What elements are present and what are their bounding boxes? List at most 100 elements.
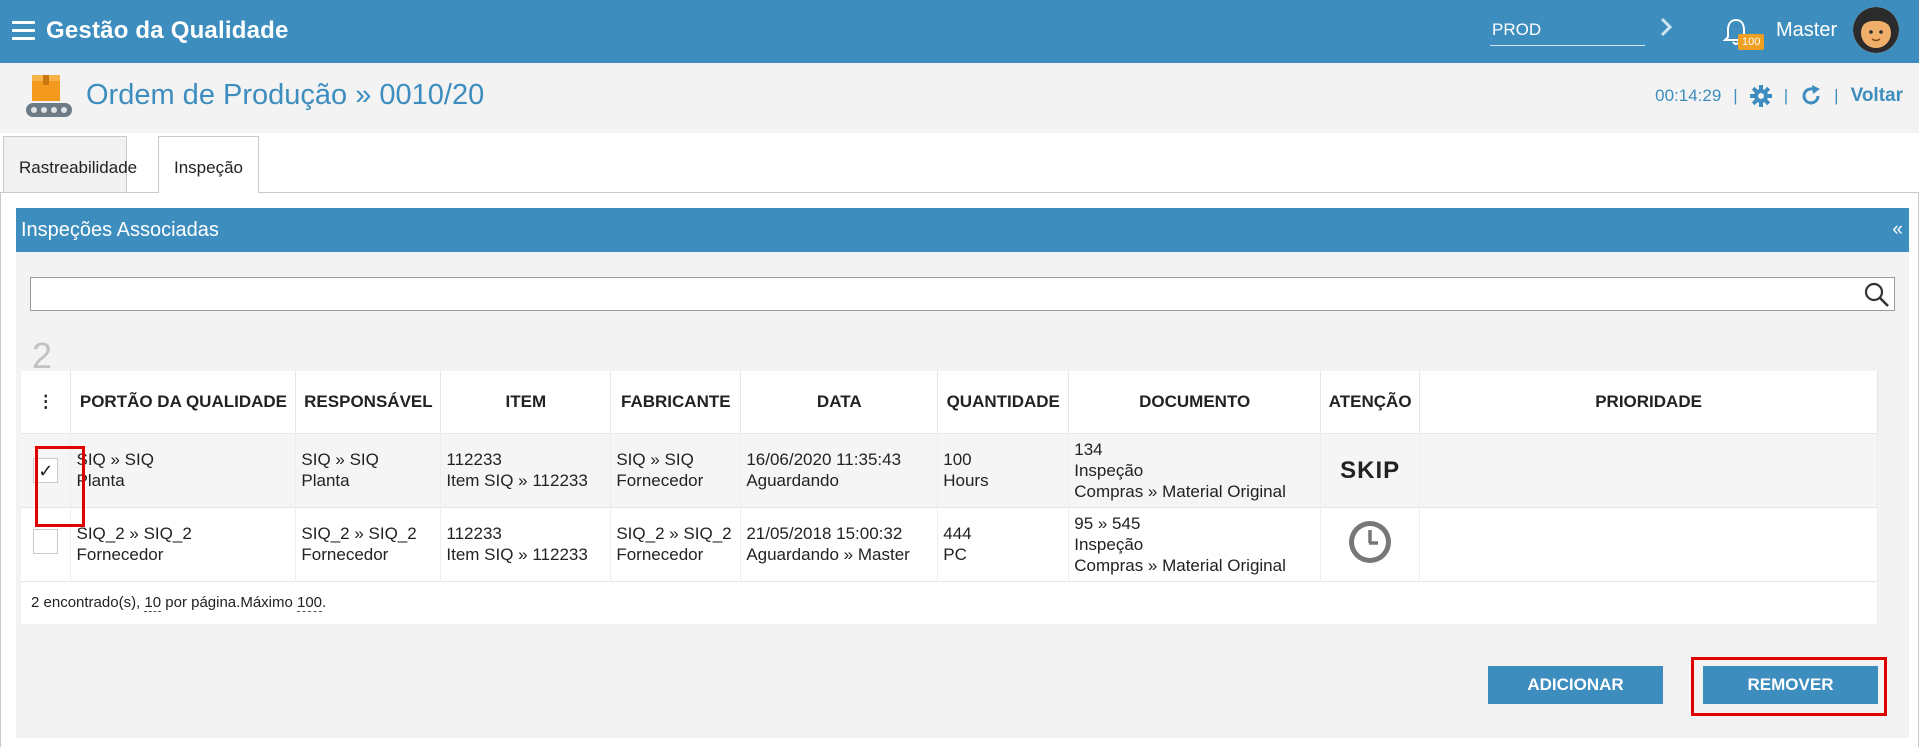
row-checkbox[interactable]: ✓ [33, 457, 59, 483]
gear-icon[interactable] [1749, 85, 1772, 107]
cell-line: 134 [1074, 439, 1103, 459]
tab-content: Inspeções Associadas « 2 ⋮ PORTÃO DA QUA… [0, 193, 1919, 747]
gate-cell: SIQ » SIQ Planta [70, 433, 297, 507]
table-row[interactable]: SIQ_2 » SIQ_2 Fornecedor SIQ_2 » SIQ_2 F… [21, 506, 1878, 581]
search-icon[interactable] [1864, 282, 1890, 308]
cell-line: 100 [943, 450, 972, 469]
add-button[interactable]: ADICIONAR [1488, 666, 1663, 704]
page-title: Ordem de Produção » 0010/20 [86, 79, 485, 111]
row-select-cell: ✓ [21, 433, 72, 507]
cell-line: Fornecedor [616, 471, 704, 490]
cell-line: Fornecedor [76, 545, 164, 564]
cell-line: 112233 [446, 524, 502, 543]
cell-line: SIQ_2 » SIQ_2 [616, 524, 732, 543]
found-count-text: 2 encontrado(s), [31, 594, 145, 612]
production-order-icon [26, 75, 72, 117]
cell-line: Item SIQ » 112233 [446, 471, 588, 490]
date-cell: 16/06/2020 11:35:43 Aguardando [740, 433, 939, 507]
manufacturer-cell: SIQ_2 » SIQ_2 Fornecedor [610, 506, 742, 581]
collapse-icon[interactable]: « [1892, 219, 1903, 241]
cell-line: Item SIQ » 112233 [446, 545, 588, 564]
cell-line: 444 [943, 524, 972, 543]
tab-inspecao[interactable]: Inspeção [158, 136, 259, 196]
column-header[interactable]: PORTÃO DA QUALIDADE [70, 371, 297, 434]
panel-header: Inspeções Associadas « [16, 208, 1909, 252]
app-title: Gestão da Qualidade [46, 17, 289, 44]
cell-line: SIQ_2 » SIQ_2 [76, 524, 192, 543]
cell-line: Fornecedor [616, 545, 704, 564]
column-header[interactable]: DOCUMENTO [1068, 371, 1322, 434]
footer-end: . [322, 594, 327, 612]
tab-rastreabilidade[interactable]: Rastreabilidade [3, 136, 137, 193]
column-header[interactable]: PRIORIDADE [1419, 371, 1878, 434]
pagination-info: 2 encontrado(s), 10 por página.Máximo 10… [21, 580, 1878, 624]
back-link[interactable]: Voltar [1851, 85, 1903, 107]
cell-line: SIQ » SIQ [616, 450, 694, 469]
document-cell: 134 Inspeção Compras » Material Original [1068, 433, 1322, 507]
table-row[interactable]: ✓ SIQ » SIQ Planta SIQ » SIQ Planta 1122… [21, 433, 1878, 507]
max-size-link[interactable]: 100 [297, 594, 323, 613]
cell-line: Compras » Material Original [1074, 481, 1286, 501]
table-header-row: ⋮ PORTÃO DA QUALIDADE RESPONSÁVEL ITEM F… [21, 371, 1878, 434]
column-header[interactable]: FABRICANTE [610, 371, 742, 434]
separator: | [1834, 86, 1839, 105]
cell-line: 95 » 545 [1074, 513, 1141, 533]
quantity-cell: 444 PC [937, 506, 1070, 581]
cell-line: Inspeção [1074, 460, 1144, 480]
date-cell: 21/05/2018 15:00:32 Aguardando » Master [740, 506, 939, 581]
column-header[interactable]: ATENÇÃO [1320, 371, 1421, 434]
cell-line: 112233 [446, 450, 502, 469]
cell-line: Inspeção [1074, 534, 1144, 554]
manufacturer-cell: SIQ » SIQ Fornecedor [610, 433, 742, 507]
column-header[interactable]: DATA [740, 371, 939, 434]
row-checkbox[interactable] [33, 529, 59, 554]
per-page-text: por página.Máximo [161, 594, 297, 612]
environment-input[interactable] [1490, 14, 1645, 46]
column-header[interactable]: RESPONSÁVEL [295, 371, 442, 434]
hamburger-menu-icon[interactable] [12, 21, 35, 40]
item-cell: 112233 Item SIQ » 112233 [440, 506, 612, 581]
session-timer: 00:14:29 [1655, 86, 1722, 105]
separator: | [1733, 86, 1738, 105]
refresh-icon[interactable] [1800, 85, 1822, 107]
cell-line: Fornecedor [301, 545, 389, 564]
notification-badge: 100 [1738, 34, 1765, 50]
cell-line: SIQ » SIQ [301, 450, 379, 469]
column-header[interactable]: ITEM [440, 371, 612, 434]
clock-icon [1349, 520, 1392, 563]
gate-cell: SIQ_2 » SIQ_2 Fornecedor [70, 506, 297, 581]
inspections-table: ⋮ PORTÃO DA QUALIDADE RESPONSÁVEL ITEM F… [21, 371, 1878, 624]
responsible-cell: SIQ_2 » SIQ_2 Fornecedor [295, 506, 442, 581]
user-name[interactable]: Master [1776, 19, 1837, 42]
cell-line: Planta [76, 471, 125, 490]
top-bar: Gestão da Qualidade 100 Master [0, 0, 1919, 63]
page-header: Ordem de Produção » 0010/20 00:14:29 | |… [0, 63, 1919, 133]
attention-cell [1320, 506, 1421, 581]
cell-line: SIQ » SIQ [76, 450, 154, 469]
column-header[interactable]: QUANTIDADE [937, 371, 1070, 434]
item-cell: 112233 Item SIQ » 112233 [440, 433, 612, 507]
separator: | [1783, 86, 1789, 105]
responsible-cell: SIQ » SIQ Planta [295, 433, 442, 507]
search-input[interactable] [30, 277, 1895, 311]
cell-line: Compras » Material Original [1074, 555, 1286, 575]
tab-bar: Rastreabilidade Inspeção [0, 133, 1919, 196]
column-menu-icon[interactable]: ⋮ [21, 371, 72, 434]
cell-line: PC [943, 545, 967, 564]
priority-cell [1419, 506, 1878, 581]
document-cell: 95 » 545 Inspeção Compras » Material Ori… [1068, 506, 1322, 581]
row-select-cell [21, 506, 72, 581]
chevron-right-icon[interactable] [1657, 14, 1677, 40]
avatar[interactable] [1853, 7, 1899, 53]
quantity-cell: 100 Hours [937, 433, 1070, 507]
header-actions: 00:14:29 | | | Voltar [1655, 85, 1903, 107]
cell-line: Hours [943, 471, 989, 490]
page-size-link[interactable]: 10 [144, 594, 162, 613]
priority-cell [1419, 433, 1878, 507]
remove-button[interactable]: REMOVER [1703, 666, 1878, 704]
cell-line: Planta [301, 471, 350, 490]
cell-line: SIQ_2 » SIQ_2 [301, 524, 417, 543]
cell-line: 16/06/2020 11:35:43 [746, 450, 902, 469]
panel-title: Inspeções Associadas [21, 219, 219, 241]
table-footer: 2 encontrado(s), 10 por página.Máximo 10… [21, 580, 1878, 624]
